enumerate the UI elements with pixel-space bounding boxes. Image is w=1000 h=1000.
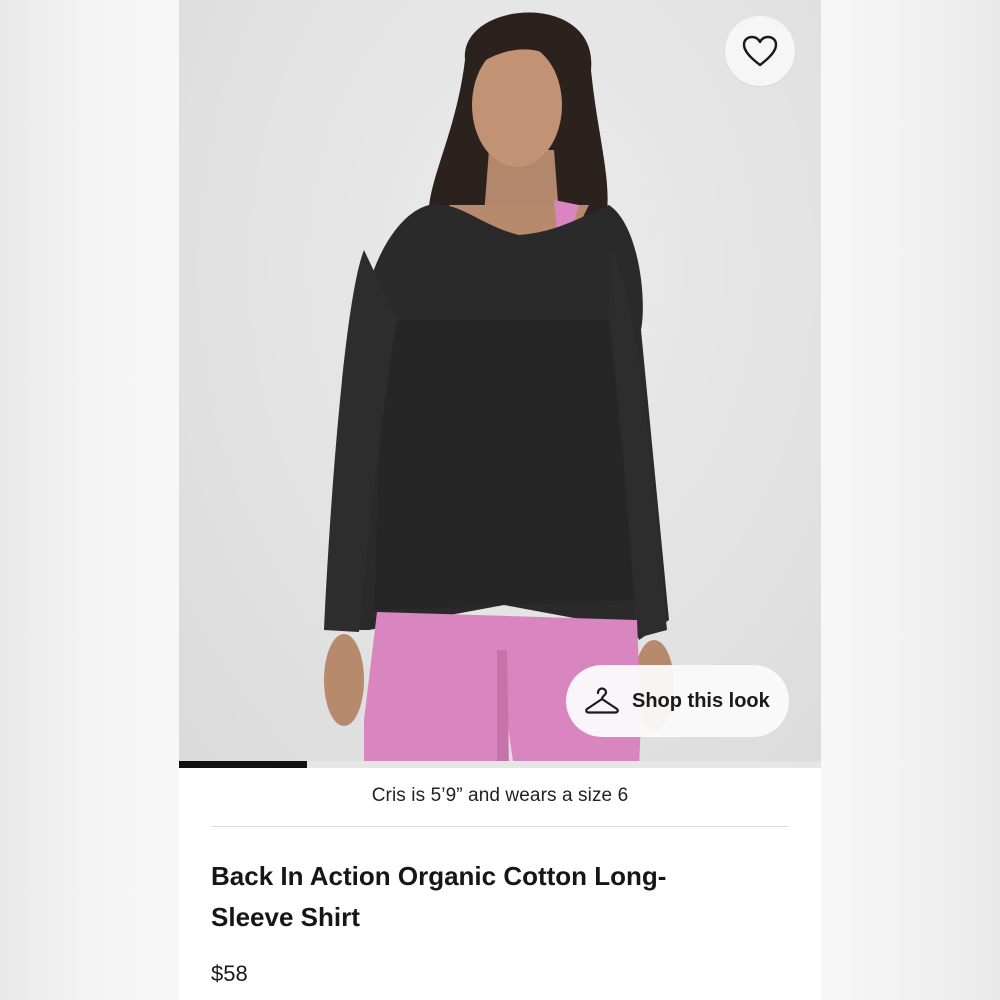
product-photo	[324, 12, 674, 768]
shop-this-look-label: Shop this look	[632, 689, 770, 712]
carousel-progress-track	[179, 761, 821, 768]
shop-this-look-button[interactable]: Shop this look	[566, 665, 789, 737]
model-face	[472, 43, 562, 167]
product-page: Shop this look Cris is 5’9” and wears a …	[179, 0, 821, 1000]
product-image-carousel[interactable]: Shop this look	[179, 0, 821, 768]
product-price: $58	[211, 961, 248, 986]
divider	[211, 826, 789, 827]
carousel-progress-indicator	[179, 761, 308, 768]
model-hand-left	[324, 634, 364, 726]
hanger-icon	[585, 687, 619, 714]
heart-outline-icon	[742, 35, 778, 67]
model-size-caption: Cris is 5’9” and wears a size 6	[371, 785, 629, 806]
product-title: Back In Action Organic Cotton Long-Sleev…	[211, 861, 667, 932]
favorite-button[interactable]	[725, 16, 795, 86]
